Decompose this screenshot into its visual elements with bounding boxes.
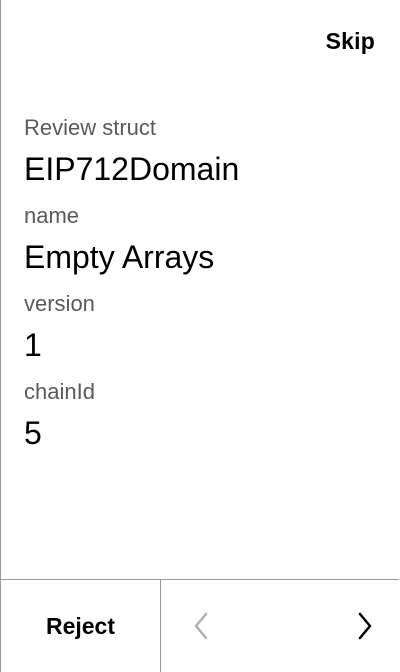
field-value-version: 1	[24, 327, 42, 363]
review-screen: Skip Review struct EIP712Domain name Emp…	[0, 0, 399, 672]
field-value-name: Empty Arrays	[24, 239, 215, 275]
field-label-name: name	[24, 203, 80, 228]
reject-button[interactable]: Reject	[1, 580, 161, 672]
chevron-right-icon	[358, 612, 372, 640]
next-button[interactable]	[345, 606, 385, 646]
field-label-version: version	[24, 291, 95, 316]
struct-name-value: EIP712Domain	[24, 151, 240, 187]
field-value-chainid: 5	[24, 415, 42, 451]
navigation	[161, 580, 399, 672]
field-label-chainid: chainId	[24, 379, 95, 404]
footer-bar: Reject	[1, 579, 399, 672]
skip-button[interactable]: Skip	[326, 28, 375, 55]
chevron-left-icon	[194, 612, 208, 640]
review-content: Review struct EIP712Domain name Empty Ar…	[24, 114, 379, 466]
previous-button[interactable]	[181, 606, 221, 646]
review-struct-label: Review struct	[24, 115, 157, 140]
